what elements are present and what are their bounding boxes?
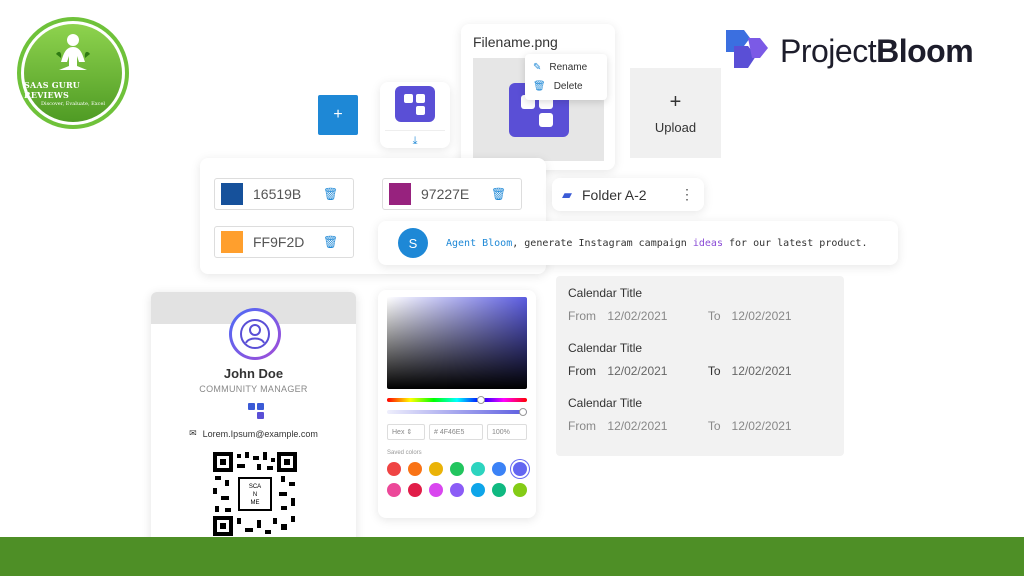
saved-color-swatch[interactable]: [429, 462, 443, 476]
profile-role: COMMUNITY MANAGER: [199, 384, 308, 394]
svg-text:ME: ME: [251, 500, 260, 506]
saved-color-swatch[interactable]: [492, 483, 506, 497]
saved-color-swatch[interactable]: [450, 462, 464, 476]
color-hex: FF9F2D: [253, 234, 305, 250]
calendar-list: Calendar Title From 12/02/2021 To 12/02/20…: [556, 276, 844, 456]
saved-color-swatch[interactable]: [471, 462, 485, 476]
color-square: [221, 183, 243, 205]
svg-text:N: N: [253, 492, 257, 498]
add-button[interactable]: +: [318, 95, 358, 135]
trash-icon[interactable]: 🗑: [491, 187, 506, 201]
opacity-slider[interactable]: [387, 408, 527, 416]
file-context-menu: ✎ Rename 🗑 Delete: [525, 54, 607, 100]
projectbloom-app-icon: [395, 86, 435, 122]
format-select[interactable]: Hex ⇕: [387, 424, 425, 440]
profile-card: John Doe COMMUNITY MANAGER ✉ Lorem.Ipsum…: [151, 292, 356, 552]
trash-icon[interactable]: 🗑: [323, 187, 338, 201]
trash-icon[interactable]: 🗑: [323, 235, 338, 249]
saved-color-swatch[interactable]: [408, 462, 422, 476]
calendar-title: Calendar Title: [568, 341, 643, 355]
mail-icon: ✉: [189, 428, 197, 438]
calendar-entry[interactable]: Calendar Title From 12/02/2021 To 12/02/20…: [568, 396, 832, 433]
folder-name: Folder A-2: [582, 186, 647, 203]
hex-input[interactable]: # 4F46E5: [429, 424, 483, 440]
saved-color-swatch[interactable]: [408, 483, 422, 497]
saved-color-swatch[interactable]: [492, 462, 506, 476]
hue-knob[interactable]: [477, 396, 485, 404]
projectbloom-logo-icon: [248, 403, 264, 419]
projectbloom-logo-icon: [726, 30, 768, 68]
calendar-title: Calendar Title: [568, 286, 643, 300]
upload-label: Upload: [654, 119, 697, 135]
plus-icon: +: [669, 90, 682, 113]
footer-bar: [0, 537, 1024, 576]
color-square: [389, 183, 411, 205]
color-hex: 16519B: [253, 186, 302, 202]
logo-download-card[interactable]: ⤓: [380, 82, 450, 148]
saved-color-swatch[interactable]: [471, 483, 485, 497]
saved-color-swatch[interactable]: [387, 483, 401, 497]
brand-name: ProjectBloom: [780, 32, 974, 69]
folder-icon: ▰: [562, 186, 572, 202]
avatar: [229, 308, 281, 360]
delete-label: Delete: [553, 81, 583, 92]
saved-color-swatch[interactable]: [513, 462, 527, 476]
profile-name: John Doe: [223, 366, 284, 381]
saved-color-swatch[interactable]: [429, 483, 443, 497]
calendar-entry[interactable]: Calendar Title From 12/02/2021 To 12/02/20…: [568, 341, 832, 378]
opacity-knob[interactable]: [519, 408, 527, 416]
badge-title: SAAS GURU REVIEWS: [24, 80, 80, 100]
color-square: [221, 231, 243, 253]
saved-colors-label: Saved colors: [387, 450, 422, 456]
calendar-entry[interactable]: Calendar Title From 12/02/2021 To 12/02/20…: [568, 286, 832, 323]
saved-color-swatch[interactable]: [450, 483, 464, 497]
color-swatch[interactable]: FF9F2D 🗑: [214, 226, 354, 258]
avatar: S: [398, 228, 428, 258]
saved-colors-grid: [387, 462, 527, 497]
download-icon[interactable]: ⤓: [385, 130, 445, 148]
badge-subtitle: Discover, Evaluate, Excel: [40, 101, 106, 107]
agent-prompt[interactable]: S Agent Bloom, generate Instagram campai…: [378, 221, 898, 265]
saved-color-swatch[interactable]: [513, 483, 527, 497]
calendar-range: From 12/02/2021 To 12/02/2021: [568, 309, 792, 323]
projectbloom-brand: ProjectBloom: [726, 30, 974, 72]
profile-email: ✉ Lorem.Ipsum@example.com: [189, 428, 318, 439]
rename-label: Rename: [549, 62, 588, 73]
prompt-text: Agent Bloom, generate Instagram campaign…: [446, 237, 868, 249]
folder-item[interactable]: ▰ Folder A-2 ⋮: [552, 178, 704, 211]
calendar-range: From 12/02/2021 To 12/02/2021: [568, 364, 792, 378]
file-name: Filename.png: [473, 34, 558, 50]
upload-button[interactable]: + Upload: [630, 68, 721, 158]
pencil-icon: ✎: [533, 62, 542, 73]
user-icon: [240, 319, 270, 349]
more-options-icon[interactable]: ⋮: [680, 186, 694, 203]
svg-text:SCA: SCA: [249, 484, 261, 490]
color-hex: 97227E: [421, 186, 470, 202]
delete-menu-item[interactable]: 🗑 Delete: [525, 77, 607, 96]
saved-color-swatch[interactable]: [387, 462, 401, 476]
qr-code[interactable]: SCA N ME: [213, 452, 297, 536]
meditation-figure-icon: [56, 34, 90, 70]
color-swatch[interactable]: 97227E 🗑: [382, 178, 522, 210]
saas-guru-reviews-logo: SAAS GURU REVIEWS Discover, Evaluate, Ex…: [17, 17, 129, 129]
calendar-title: Calendar Title: [568, 396, 643, 410]
color-picker: Hex ⇕ # 4F46E5 100% Saved colors: [378, 290, 536, 518]
hue-slider[interactable]: [387, 396, 527, 404]
rename-menu-item[interactable]: ✎ Rename: [525, 58, 607, 77]
trash-icon: 🗑: [533, 81, 546, 92]
color-swatch[interactable]: 16519B 🗑: [214, 178, 354, 210]
saturation-area[interactable]: [387, 297, 527, 389]
calendar-range: From 12/02/2021 To 12/02/2021: [568, 419, 792, 433]
opacity-input[interactable]: 100%: [487, 424, 527, 440]
